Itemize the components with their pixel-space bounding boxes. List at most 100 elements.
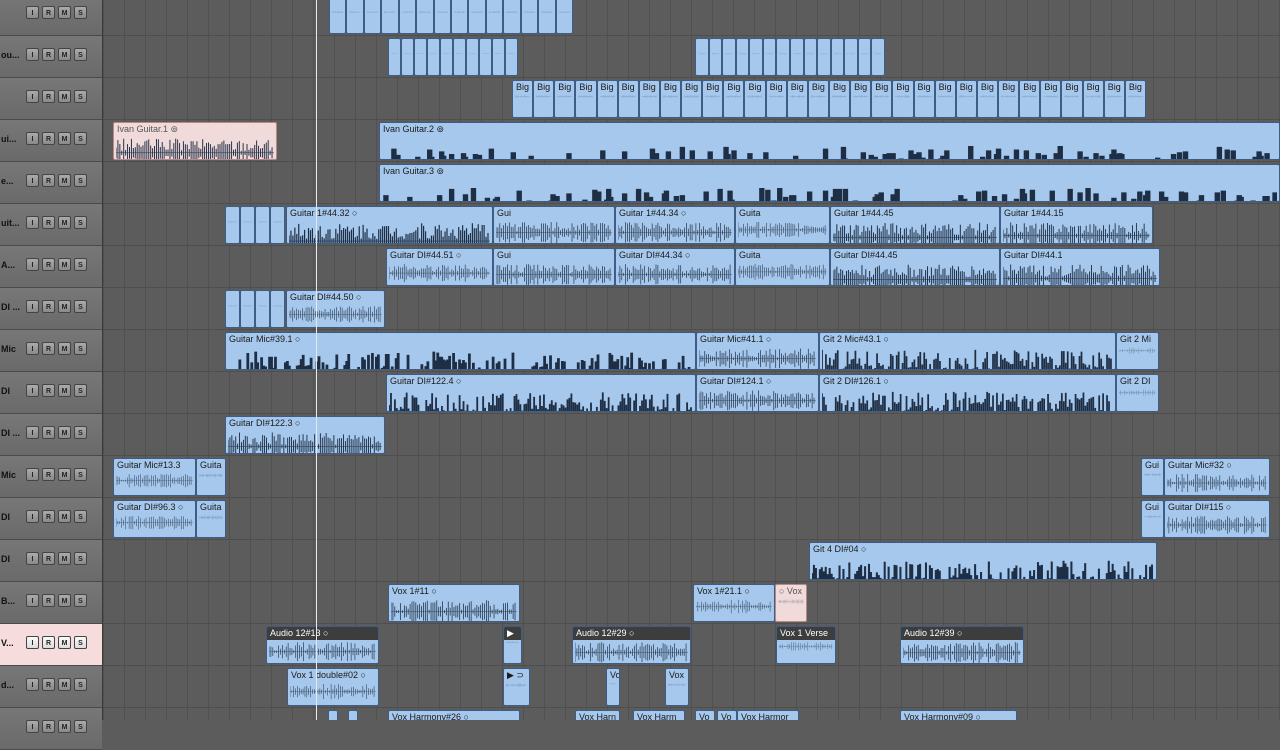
audio-region[interactable]: Vox Harm [633, 710, 685, 720]
audio-region[interactable]: Ivan Guitar.2 ⊚ [379, 122, 1280, 160]
audio-region[interactable] [346, 0, 364, 34]
track-header[interactable]: IRMS [0, 708, 102, 750]
audio-region[interactable]: Audio 12#13 ○ [266, 626, 379, 664]
track-header[interactable]: DI I R M S [0, 372, 102, 414]
audio-region[interactable]: Git 4 DI#04 ○ [809, 542, 1157, 580]
audio-region[interactable]: Guitar DI#44.34 ○ [615, 248, 735, 286]
input-button[interactable]: I [26, 300, 39, 313]
audio-region[interactable]: Ivan Guitar.1 ⊚ [113, 122, 277, 160]
audio-region[interactable] [240, 290, 255, 328]
audio-region[interactable] [427, 38, 440, 76]
audio-region[interactable]: Big [533, 80, 555, 118]
audio-region[interactable]: ○ Vox [775, 584, 807, 622]
audio-region[interactable]: Big [575, 80, 597, 118]
mute-button[interactable]: M [58, 48, 71, 61]
audio-region[interactable] [857, 38, 872, 76]
audio-region[interactable]: Guitar DI#44.51 ○ [386, 248, 493, 286]
solo-button[interactable]: S [74, 90, 87, 103]
audio-region[interactable]: Vox 1 Verse [776, 626, 836, 664]
record-button[interactable]: R [42, 300, 55, 313]
mute-button[interactable]: M [58, 258, 71, 271]
audio-region[interactable]: Big [934, 80, 956, 118]
input-button[interactable]: I [26, 720, 39, 733]
audio-region[interactable]: Vo [717, 710, 737, 720]
audio-region[interactable] [749, 38, 763, 76]
mute-button[interactable]: M [58, 552, 71, 565]
audio-region[interactable] [401, 38, 414, 76]
audio-region[interactable] [830, 38, 845, 76]
audio-region[interactable] [270, 290, 285, 328]
audio-region[interactable]: Guita [735, 248, 830, 286]
track-lane[interactable]: Ivan Guitar.3 ⊚ [103, 162, 1280, 204]
track-lane[interactable]: Audio 12#13 ○ ▶ Audio 12#29 ○ Vox 1 Verse Au… [103, 624, 1280, 666]
audio-region[interactable]: Audio 12#29 ○ [572, 626, 691, 664]
track-lane[interactable]: Guitar Mic#13.3 Guita Gui Guitar Mic#32 ○ [103, 456, 1280, 498]
track-lane[interactable]: Guitar DI#122.4 ○ Guitar DI#124.1 ○ Git 2 … [103, 372, 1280, 414]
track-lane[interactable] [103, 36, 1280, 78]
track-lane[interactable]: Guitar DI#122.3 ○ [103, 414, 1280, 456]
input-button[interactable]: I [26, 678, 39, 691]
mute-button[interactable]: M [58, 468, 71, 481]
audio-region[interactable] [722, 38, 736, 76]
audio-region[interactable] [453, 38, 466, 76]
solo-button[interactable]: S [74, 342, 87, 355]
mute-button[interactable]: M [58, 132, 71, 145]
record-button[interactable]: R [42, 720, 55, 733]
audio-region[interactable] [735, 38, 750, 76]
input-button[interactable]: I [26, 552, 39, 565]
audio-region[interactable]: Big [955, 80, 977, 118]
audio-region[interactable] [255, 290, 270, 328]
input-button[interactable]: I [26, 6, 39, 19]
track-header[interactable]: V... I R M S [0, 624, 102, 666]
record-button[interactable]: R [42, 216, 55, 229]
track-header[interactable]: Mic I R M S [0, 330, 102, 372]
audio-region[interactable]: Vox 1#11 ○ [388, 584, 520, 622]
mute-button[interactable]: M [58, 510, 71, 523]
track-header[interactable]: ui... I R M S [0, 120, 102, 162]
audio-region[interactable]: Guitar DI#44.1 [1000, 248, 1160, 286]
solo-button[interactable]: S [74, 468, 87, 481]
audio-region[interactable]: Guitar Mic#32 ○ [1164, 458, 1270, 496]
audio-region[interactable]: Big [1103, 80, 1125, 118]
audio-region[interactable]: Guita [196, 500, 226, 538]
audio-region[interactable] [776, 38, 790, 76]
track-header[interactable]: Mic I R M S [0, 456, 102, 498]
input-button[interactable]: I [26, 384, 39, 397]
mute-button[interactable]: M [58, 342, 71, 355]
audio-region[interactable] [695, 38, 709, 76]
audio-region[interactable]: Big [744, 80, 766, 118]
audio-region[interactable]: Big [1019, 80, 1041, 118]
solo-button[interactable]: S [74, 132, 87, 145]
track-lane[interactable]: Vox Harmony#26 ○ Vox Harn Vox Harm Vo Vo Vox … [103, 708, 1280, 720]
track-header[interactable]: IRMS [0, 78, 102, 120]
audio-region[interactable] [440, 38, 453, 76]
audio-region[interactable]: Guita [196, 458, 226, 496]
solo-button[interactable]: S [74, 174, 87, 187]
track-lane[interactable]: Guitar DI#96.3 ○ Guita Gui Guitar DI#115 ○ [103, 498, 1280, 540]
audio-region[interactable]: Gui [493, 206, 615, 244]
record-button[interactable]: R [42, 510, 55, 523]
audio-region[interactable]: Big [702, 80, 724, 118]
audio-region[interactable]: Big [850, 80, 872, 118]
mute-button[interactable]: M [58, 426, 71, 439]
audio-region[interactable]: Big [892, 80, 914, 118]
record-button[interactable]: R [42, 468, 55, 481]
mute-button[interactable]: M [58, 594, 71, 607]
audio-region[interactable] [790, 38, 804, 76]
track-header[interactable]: DI I R M S [0, 498, 102, 540]
audio-region[interactable]: Big [638, 80, 660, 118]
audio-region[interactable] [381, 0, 399, 34]
audio-region[interactable]: Guitar 1#44.15 [1000, 206, 1153, 244]
audio-region[interactable]: Big [976, 80, 999, 118]
track-header[interactable]: e... I R M S [0, 162, 102, 204]
audio-region[interactable]: Vox [665, 668, 689, 706]
audio-region[interactable]: Big [786, 80, 808, 118]
audio-region[interactable] [433, 0, 451, 34]
mute-button[interactable]: M [58, 384, 71, 397]
audio-region[interactable] [466, 38, 479, 76]
track-header[interactable]: ou... I R M S [0, 36, 102, 78]
mute-button[interactable]: M [58, 678, 71, 691]
audio-region[interactable]: Big [1061, 80, 1083, 118]
mute-button[interactable]: M [58, 300, 71, 313]
audio-region[interactable]: ▶ ⊃ [503, 668, 530, 706]
